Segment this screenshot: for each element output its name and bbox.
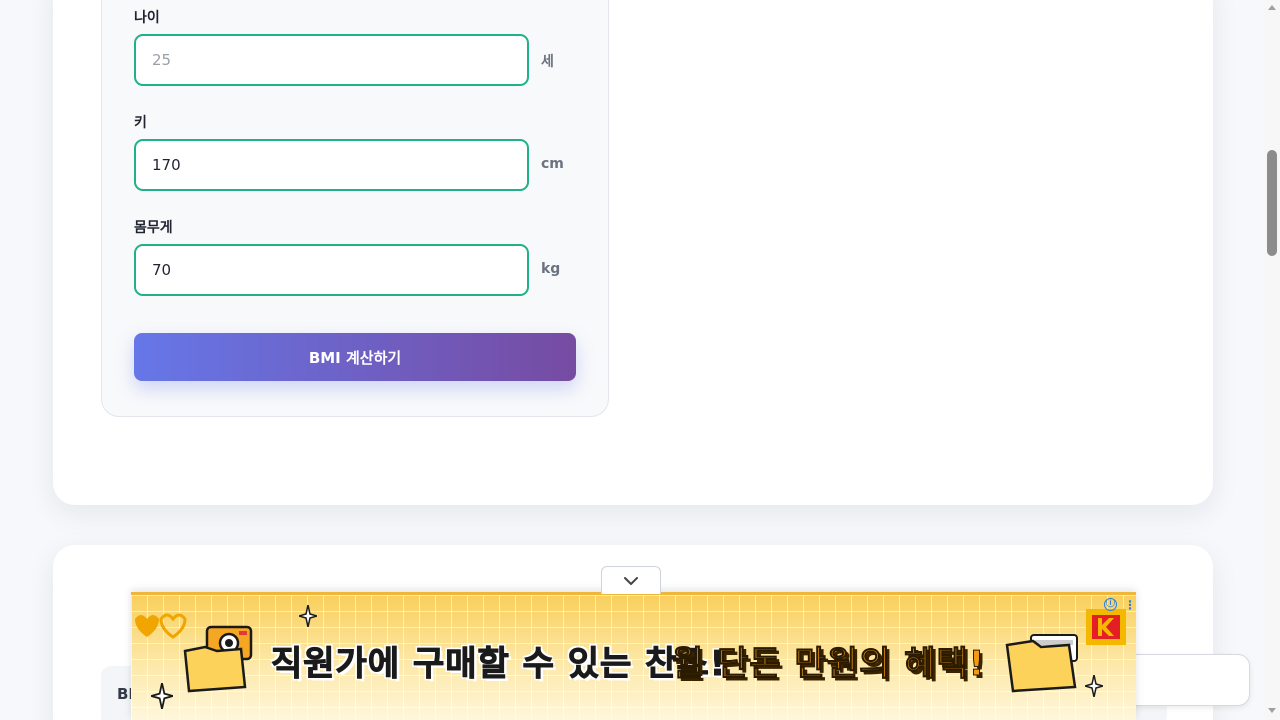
height-label: 키 [134, 115, 147, 131]
weight-input[interactable] [134, 244, 529, 296]
sparkle-icon [151, 683, 173, 709]
sparkle-icon [299, 605, 317, 627]
scroll-down-icon[interactable] [1268, 708, 1276, 713]
folder-icon [1005, 634, 1078, 693]
ad-collapse-button[interactable] [601, 566, 661, 594]
sparkle-icon [1085, 675, 1103, 697]
height-input[interactable] [134, 139, 529, 191]
scroll-up-icon[interactable] [1268, 5, 1276, 10]
weight-label: 몸무게 [134, 220, 173, 236]
ad-info-icon[interactable]: ⓘ [1104, 598, 1117, 611]
ad-banner[interactable]: 직원가에 구매할 수 있는 찬스! 월 단돈 만원의 혜택! ⓘ ⋮ [131, 592, 1136, 720]
scrollbar-track[interactable] [1264, 0, 1280, 720]
ad-highlight: 월 단돈 만원의 혜택! [671, 644, 986, 685]
floating-widget[interactable] [1120, 654, 1250, 706]
age-unit: 세 [541, 54, 554, 70]
brand-logo[interactable] [1086, 609, 1126, 645]
ad-headline: 직원가에 구매할 수 있는 찬스! [270, 644, 727, 685]
scrollbar-thumb[interactable] [1267, 150, 1277, 256]
chevron-down-icon [624, 576, 638, 585]
height-unit: cm [541, 156, 564, 172]
ad-menu-icon[interactable]: ⋮ [1124, 598, 1136, 612]
camera-icon [183, 625, 253, 693]
bmi-calculate-button[interactable]: BMI 계산하기 [134, 333, 576, 381]
age-input[interactable] [134, 34, 529, 86]
age-label: 나이 [134, 10, 160, 26]
weight-unit: kg [541, 261, 561, 277]
